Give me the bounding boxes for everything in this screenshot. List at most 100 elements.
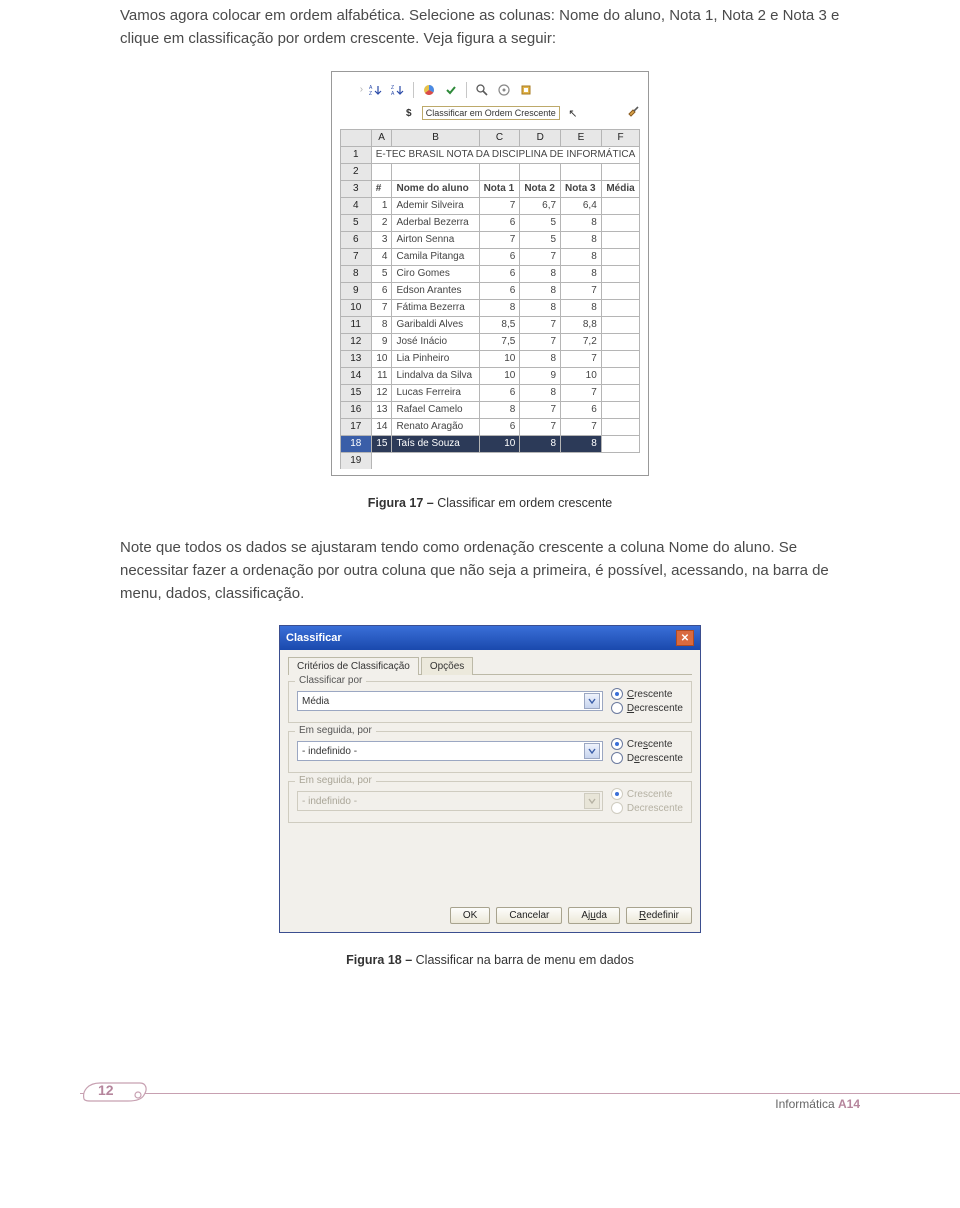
cell-nome[interactable]: Rafael Camelo <box>392 401 479 418</box>
cell-nota3[interactable]: 8 <box>561 248 602 265</box>
cell-nome[interactable]: Garibaldi Alves <box>392 316 479 333</box>
cell-media[interactable] <box>601 231 639 248</box>
cell-nota2[interactable]: 7 <box>520 333 561 350</box>
cell-num[interactable]: 4 <box>371 248 392 265</box>
cell-nota2[interactable]: 8 <box>520 384 561 401</box>
cell-media[interactable] <box>601 401 639 418</box>
col-header-F[interactable]: F <box>601 129 639 146</box>
cell-num[interactable]: 12 <box>371 384 392 401</box>
cell-num[interactable]: 9 <box>371 333 392 350</box>
cell-media[interactable] <box>601 214 639 231</box>
cell-num[interactable]: 5 <box>371 265 392 282</box>
cell-nome[interactable]: José Inácio <box>392 333 479 350</box>
row-header[interactable]: 3 <box>340 180 371 197</box>
cell-nota3[interactable]: 8 <box>561 299 602 316</box>
cell-nota1[interactable]: 7 <box>479 197 520 214</box>
cell-nota3[interactable]: 8 <box>561 265 602 282</box>
row-header[interactable]: 15 <box>340 384 371 401</box>
cell-nota2[interactable]: 8 <box>520 282 561 299</box>
cell-nota1[interactable]: 8,5 <box>479 316 520 333</box>
cell-nota3[interactable]: 7 <box>561 418 602 435</box>
cell-nota3[interactable]: 7 <box>561 384 602 401</box>
row-header[interactable]: 2 <box>340 163 371 180</box>
cell-media[interactable] <box>601 435 639 452</box>
cell-media[interactable] <box>601 367 639 384</box>
cell-nota2[interactable]: 7 <box>520 418 561 435</box>
cell-nota2[interactable]: 6,7 <box>520 197 561 214</box>
row-header[interactable]: 11 <box>340 316 371 333</box>
cell-nome[interactable]: Renato Aragão <box>392 418 479 435</box>
cell-nota2[interactable]: 8 <box>520 435 561 452</box>
cell-media[interactable] <box>601 333 639 350</box>
row-header[interactable]: 7 <box>340 248 371 265</box>
row-header[interactable]: 1 <box>340 146 371 163</box>
row-header[interactable]: 18 <box>340 435 371 452</box>
check-icon[interactable] <box>442 82 460 98</box>
cell-nota2[interactable]: 9 <box>520 367 561 384</box>
row-header[interactable]: 4 <box>340 197 371 214</box>
corner-cell[interactable] <box>340 129 371 146</box>
cell-nome[interactable]: Ciro Gomes <box>392 265 479 282</box>
sort-asc-icon[interactable]: AZ <box>367 82 385 98</box>
cell-num[interactable]: 8 <box>371 316 392 333</box>
cell-nome[interactable]: Edson Arantes <box>392 282 479 299</box>
cell-num[interactable]: 6 <box>371 282 392 299</box>
cell-nome[interactable]: Aderbal Bezerra <box>392 214 479 231</box>
cell-nota2[interactable]: 5 <box>520 214 561 231</box>
cell-media[interactable] <box>601 418 639 435</box>
header-num[interactable]: # <box>371 180 392 197</box>
cell-nota3[interactable]: 6,4 <box>561 197 602 214</box>
wizard-icon[interactable] <box>517 82 535 98</box>
cell-num[interactable]: 1 <box>371 197 392 214</box>
cell-num[interactable]: 10 <box>371 350 392 367</box>
cell-nota3[interactable]: 7 <box>561 282 602 299</box>
cell-num[interactable]: 3 <box>371 231 392 248</box>
cancel-button[interactable]: Cancelar <box>496 907 562 924</box>
cell-nota3[interactable]: 6 <box>561 401 602 418</box>
cell-nota1[interactable]: 6 <box>479 265 520 282</box>
cell-nome[interactable]: Taís de Souza <box>392 435 479 452</box>
row-header[interactable]: 5 <box>340 214 371 231</box>
cell-nota3[interactable]: 10 <box>561 367 602 384</box>
reset-button[interactable]: Redefinir <box>626 907 692 924</box>
col-header-C[interactable]: C <box>479 129 520 146</box>
cell-nota1[interactable]: 6 <box>479 282 520 299</box>
row-header[interactable]: 10 <box>340 299 371 316</box>
header-nome[interactable]: Nome do aluno <box>392 180 479 197</box>
cell-media[interactable] <box>601 299 639 316</box>
cell-num[interactable]: 15 <box>371 435 392 452</box>
row-header[interactable]: 13 <box>340 350 371 367</box>
cell-nota3[interactable]: 8 <box>561 231 602 248</box>
cell-nota1[interactable]: 6 <box>479 248 520 265</box>
then-by-1-select[interactable]: - indefinido - <box>297 741 603 761</box>
cell-num[interactable]: 2 <box>371 214 392 231</box>
cell-nota2[interactable]: 8 <box>520 299 561 316</box>
help-button[interactable]: Ajuda <box>568 907 620 924</box>
cell-nota1[interactable]: 7,5 <box>479 333 520 350</box>
cell-num[interactable]: 11 <box>371 367 392 384</box>
cell-nota1[interactable]: 6 <box>479 384 520 401</box>
radio-desc[interactable] <box>611 702 623 714</box>
close-icon[interactable]: ✕ <box>676 630 694 646</box>
cell-nota2[interactable]: 5 <box>520 231 561 248</box>
cell-media[interactable] <box>601 384 639 401</box>
tab-criteria[interactable]: Critérios de Classificação <box>288 657 419 675</box>
row-header[interactable]: 9 <box>340 282 371 299</box>
header-nota2[interactable]: Nota 2 <box>520 180 561 197</box>
col-header-B[interactable]: B <box>392 129 479 146</box>
row-header[interactable]: 16 <box>340 401 371 418</box>
chart-icon[interactable] <box>420 82 438 98</box>
cell-num[interactable]: 14 <box>371 418 392 435</box>
cell-nome[interactable]: Airton Senna <box>392 231 479 248</box>
title-cell[interactable]: E-TEC BRASIL NOTA DA DISCIPLINA DE INFOR… <box>371 146 640 163</box>
cell-media[interactable] <box>601 265 639 282</box>
cell-nota1[interactable]: 10 <box>479 367 520 384</box>
dollar-icon[interactable]: $ <box>400 105 418 121</box>
cell-nota2[interactable]: 7 <box>520 401 561 418</box>
header-media[interactable]: Média <box>601 180 639 197</box>
chevron-down-icon[interactable] <box>584 743 600 759</box>
cell-nota3[interactable]: 8 <box>561 435 602 452</box>
cell-nome[interactable]: Ademir Silveira <box>392 197 479 214</box>
cell-nota3[interactable]: 7,2 <box>561 333 602 350</box>
sort-by-select[interactable]: Média <box>297 691 603 711</box>
